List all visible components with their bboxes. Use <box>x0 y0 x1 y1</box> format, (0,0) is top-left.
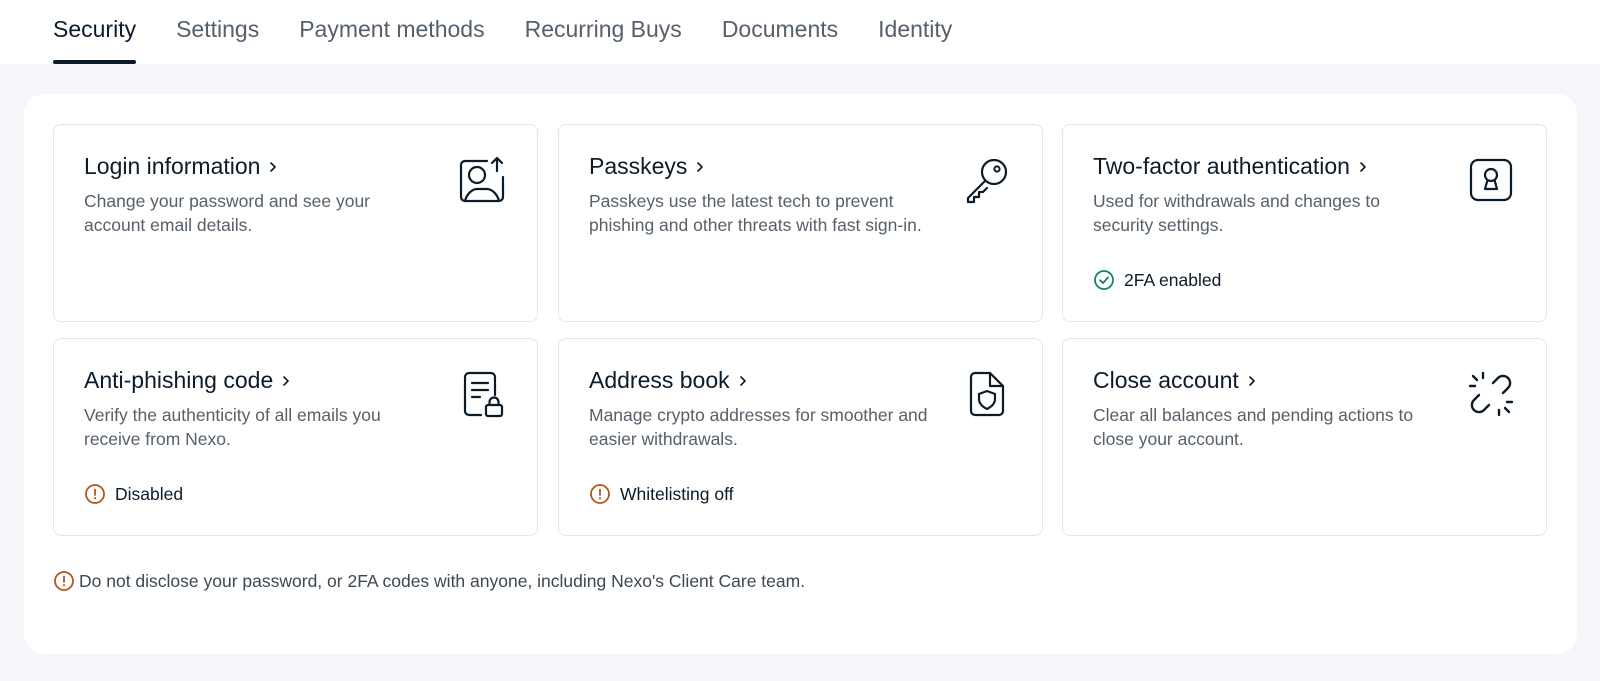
two-factor-auth-card[interactable]: Two-factor authentication Used for withd… <box>1062 124 1547 322</box>
login-information-description: Change your password and see your accoun… <box>84 191 371 235</box>
tab-documents[interactable]: Documents <box>722 0 838 64</box>
login-information-title: Login information <box>84 153 261 179</box>
passkeys-title: Passkeys <box>589 153 688 179</box>
security-warning-text: Do not disclose your password, or 2FA co… <box>79 570 806 591</box>
alert-circle-icon <box>590 484 610 504</box>
alert-circle-icon <box>54 571 74 591</box>
alert-circle-icon <box>85 484 105 504</box>
key-icon <box>966 158 1008 204</box>
top-nav: Security Settings Payment methods Recurr… <box>0 0 1600 64</box>
anti-phishing-status: Disabled <box>84 483 183 505</box>
passkeys-card[interactable]: Passkeys Passkeys use the latest tech to… <box>558 124 1043 322</box>
address-book-description: Manage crypto addresses for smoother and… <box>589 405 928 449</box>
user-upload-icon <box>459 156 505 203</box>
address-book-card[interactable]: Address book Manage crypto addresses for… <box>558 338 1043 536</box>
two-factor-status-label: 2FA enabled <box>1124 269 1222 290</box>
tab-settings[interactable]: Settings <box>176 0 259 64</box>
chevron-right-icon <box>739 375 746 386</box>
keyhole-icon <box>1469 158 1513 202</box>
tab-security[interactable]: Security <box>53 0 137 64</box>
check-circle-icon <box>1094 270 1114 290</box>
close-account-description: Clear all balances and pending actions t… <box>1093 405 1414 449</box>
broken-link-icon <box>1468 371 1514 417</box>
file-shield-icon <box>969 371 1005 417</box>
tab-recurring-buys[interactable]: Recurring Buys <box>525 0 682 64</box>
address-book-status: Whitelisting off <box>589 483 733 505</box>
close-account-card[interactable]: Close account Clear all balances and pen… <box>1062 338 1547 536</box>
chevron-right-icon <box>1248 375 1255 386</box>
anti-phishing-title: Anti-phishing code <box>84 367 274 393</box>
card-title: Login information <box>84 153 280 180</box>
card-title: Two-factor authentication <box>1093 153 1370 180</box>
anti-phishing-description: Verify the authenticity of all emails yo… <box>84 405 381 449</box>
tab-list: Security Settings Payment methods Recurr… <box>53 0 992 64</box>
card-title: Close account <box>1093 367 1259 394</box>
chevron-right-icon <box>1360 161 1366 172</box>
chevron-right-icon <box>270 161 277 172</box>
chevron-right-icon <box>697 161 704 172</box>
two-factor-status: 2FA enabled <box>1093 269 1221 291</box>
chevron-right-icon <box>283 375 290 386</box>
security-warning: Do not disclose your password, or 2FA co… <box>53 570 805 592</box>
passkeys-description: Passkeys use the latest tech to prevent … <box>589 191 922 235</box>
two-factor-auth-description: Used for withdrawals and changes to secu… <box>1093 191 1380 235</box>
card-title: Anti-phishing code <box>84 367 293 394</box>
address-book-status-label: Whitelisting off <box>620 483 734 504</box>
card-title: Address book <box>589 367 750 394</box>
anti-phishing-card[interactable]: Anti-phishing code Verify the authentici… <box>53 338 538 536</box>
security-panel: Login information Change your password a… <box>24 94 1577 654</box>
card-title: Passkeys <box>589 153 707 180</box>
two-factor-auth-title: Two-factor authentication <box>1093 153 1350 179</box>
tab-payment-methods[interactable]: Payment methods <box>299 0 484 64</box>
document-lock-icon <box>463 371 504 418</box>
address-book-title: Address book <box>589 367 730 393</box>
close-account-title: Close account <box>1093 367 1239 393</box>
anti-phishing-status-label: Disabled <box>115 483 184 504</box>
login-information-card[interactable]: Login information Change your password a… <box>53 124 538 322</box>
tab-identity[interactable]: Identity <box>878 0 952 64</box>
